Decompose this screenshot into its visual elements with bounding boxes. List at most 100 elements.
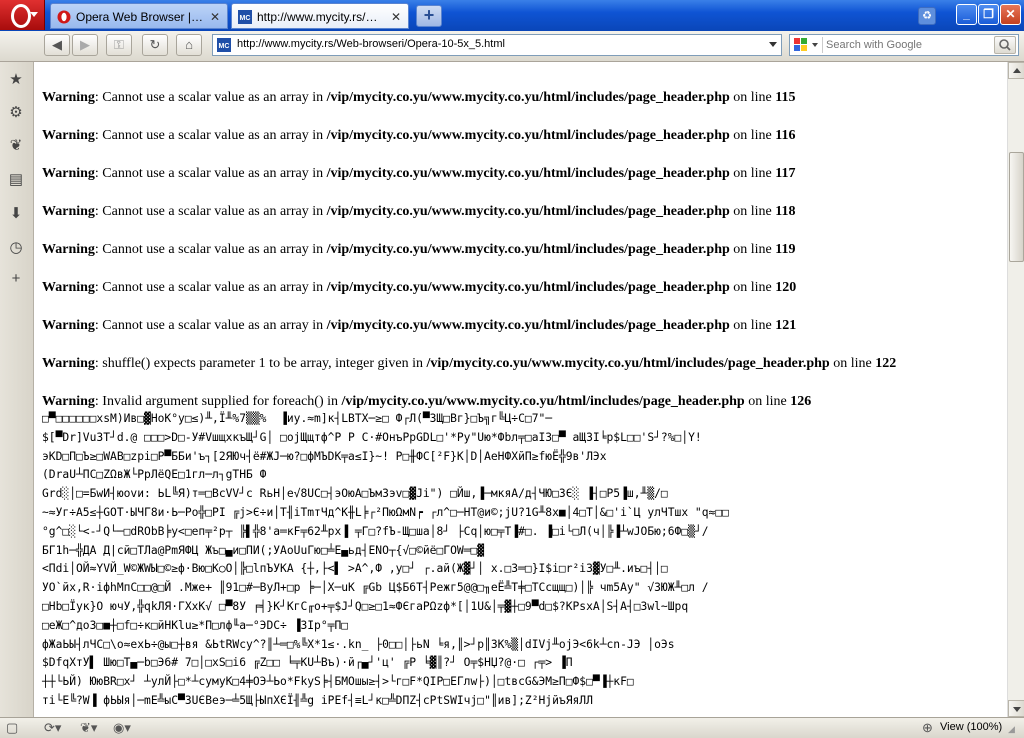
close-window-button[interactable]: ✕ [1000,4,1021,25]
tab-mycity[interactable]: MC http://www.mycity.rs/W... ✕ [231,3,409,29]
warning-on-line: on line [744,394,791,409]
notes-icon[interactable]: ▤ [6,170,26,190]
warning-line-number: 126 [790,394,812,409]
scroll-up-button[interactable] [1008,62,1024,79]
warning-line-number: 119 [775,242,796,257]
warning-on-line: on line [729,166,776,181]
warning-message: : Cannot use a scalar value as an array … [94,90,327,105]
unite-icon[interactable]: ❦ [6,136,26,156]
resize-grip-icon[interactable]: ◢ [1008,724,1020,736]
garbled-line: $[▀Dr]VuЗТ┘d.@ □□□>D□-У#VшщхкъЩ┘G│ □ојЩщ… [42,430,702,444]
back-button[interactable]: ◀ [44,34,70,56]
tab-label: Opera Web Browser | Fa... [76,10,204,24]
warning-message: : Invalid argument supplied for foreach(… [94,394,342,409]
new-tab-button[interactable]: + [416,5,442,27]
warning-line-number: 121 [775,318,797,333]
warning-line-number: 117 [775,166,796,181]
add-panel-icon[interactable]: + [6,269,26,289]
garbled-line: эKD□П□Ъ≥□WAB□zpi□Р▀ББи'ъ┐[2ЯЮч┤ё#ЖJ─ю?□ф… [42,449,607,463]
warning-file: /vip/mycity.co.yu/www.mycity.co.yu/html/… [426,356,830,371]
warning-line-number: 116 [775,128,796,143]
bookmarks-star-icon[interactable]: ★ [6,70,26,90]
scroll-down-button[interactable] [1008,700,1024,717]
php-page: Warning: Cannot use a scalar value as an… [42,90,1002,711]
opera-o-icon [57,10,71,24]
warning-line: Warning: Cannot use a scalar value as an… [42,242,1002,258]
garbled-line: фЖаЬЫ┤лЧС□\о≈ехЬ÷@ы□┼вя &ЬtRWсу^?║┴═□%╚X… [42,637,675,651]
garbled-line: □еЖ□^до3□■┼□f□÷к□йНКlu≥*П□лф╙а─°ЭDС÷ ▐3І… [42,618,349,632]
reload-icon: ↻ [149,37,161,52]
search-input[interactable] [826,37,986,53]
warning-on-line: on line [729,318,776,333]
search-engine-selector[interactable] [792,37,823,53]
warning-line-number: 122 [875,356,897,371]
side-panel-bar: ★ ⚙ ❦ ▤ ⬇ ◷ + [0,62,34,717]
close-icon[interactable]: ✕ [389,10,403,24]
maximize-button[interactable]: ❐ [978,4,999,25]
opera-menu-button[interactable] [0,0,45,30]
warning-on-line: on line [829,356,876,371]
search-button[interactable] [994,36,1016,54]
garbled-line: ті└Е╚?W▐ фЬЫя│─mЕ╩ыС▀3UЄВеэ─╧5Щ├ЫпХЄЇ╢╩g… [42,693,593,707]
garbled-line: ~≈Уг÷А5≤┼GОТ·ЫЧГ8и·Ь─Ро╬□РІ ╔j>Є÷и│Т╢iТm… [42,505,729,519]
warning-file: /vip/mycity.co.yu/www.mycity.co.yu/html/… [326,90,730,105]
zoom-level[interactable]: View (100%) [940,721,1002,733]
turbo-icon[interactable]: ⟳▾ [44,720,61,736]
warning-label: Warning [42,90,95,105]
panel-toggle-icon[interactable]: ▢ [6,720,18,736]
wand-button[interactable]: ⚿ [106,34,132,56]
search-box[interactable] [789,34,1019,56]
reload-button[interactable]: ↻ [142,34,168,56]
warning-label: Warning [42,128,95,143]
warning-label: Warning [42,280,95,295]
garbled-line: °g^□░└<-┘Q└─□dRОbВ╞у<□еп╤²р┬ ╠▌╬8'а═кF╤6… [42,524,709,538]
scroll-thumb[interactable] [1009,152,1024,262]
key-icon: ⚿ [114,37,124,52]
warning-label: Warning [42,394,95,409]
mycity-mc-icon: MC [217,38,231,52]
warning-line-number: 120 [775,280,797,295]
warning-label: Warning [42,204,95,219]
mycity-mc-icon: MC [238,10,252,24]
tab-trash-icon[interactable]: ♻ [918,7,936,25]
garbled-line: □Нb□Їук}О ючУ,╬qkЛЯ·ГХхК√ □▀8У ╒╡}K┘КгС╓… [42,599,689,613]
home-button[interactable]: ⌂ [176,34,202,56]
history-clock-icon[interactable]: ◷ [6,238,26,258]
arrow-left-icon: ◀ [52,37,62,52]
speed-icon[interactable]: ◉▾ [113,720,131,736]
warning-file: /vip/mycity.co.yu/www.mycity.co.yu/html/… [326,280,730,295]
address-bar[interactable]: MC http://www.mycity.rs/Web-browseri/Ope… [212,34,782,56]
google-g-icon [794,38,818,51]
warning-line-number: 118 [775,204,796,219]
warning-message: : Cannot use a scalar value as an array … [94,204,327,219]
garbled-line: БГ1h─╬ДА Д|сй□ТЛа@РmЯФЦ Жъ□▄и□ПИ(;УАоUuГ… [42,543,485,557]
garbled-line: (DraU┴ПС□ZΩвЖ└РрЛёQE□1гл─л┐gТНБ Ф [42,468,267,482]
garbled-text-block: □▀□□□□□□xsM)Ив□▓НоК°у□≤)╨,Ї╨%7▒▒% ▐иу.≈m… [42,410,1002,711]
downloads-icon[interactable]: ⬇ [6,204,26,224]
warning-line: Warning: Invalid argument supplied for f… [42,394,1002,410]
warning-file: /vip/mycity.co.yu/www.mycity.co.yu/html/… [326,204,730,219]
forward-button[interactable]: ▶ [72,34,98,56]
warning-on-line: on line [729,90,776,105]
chevron-down-icon[interactable] [769,42,777,47]
arrow-up-icon [1013,68,1021,73]
warning-on-line: on line [729,280,776,295]
widgets-gear-icon[interactable]: ⚙ [6,103,26,123]
address-url[interactable]: http://www.mycity.rs/Web-browseri/Opera-… [237,38,505,50]
page-content: Warning: Cannot use a scalar value as an… [34,62,1007,717]
garbled-line: Grd░│□=БwИ┤юovи: ЬL╚Я)т═□ВсVV┘с RьН│е√8U… [42,487,668,501]
vertical-scrollbar[interactable] [1007,62,1024,717]
garbled-line: □▀□□□□□□xsM)Ив□▓НоК°у□≤)╨,Ї╨%7▒▒% ▐иу.≈m… [42,412,553,425]
unite-status-icon[interactable]: ❦▾ [80,720,97,736]
minimize-button[interactable]: _ [956,4,977,25]
warning-message: : Cannot use a scalar value as an array … [94,280,327,295]
garbled-line: ┼┼└ЬЙ) ЮюBR□х┘ ┴улЙ├□*┴сумуК□4╪ОЭ┴Ьо*Fky… [42,675,634,689]
warning-line: Warning: Cannot use a scalar value as an… [42,166,1002,182]
warning-file: /vip/mycity.co.yu/www.mycity.co.yu/html/… [326,242,730,257]
warning-message: : Cannot use a scalar value as an array … [94,128,327,143]
navigation-toolbar: ◀ ▶ ⚿ ↻ ⌂ MC http://www.mycity.rs/Web-br… [0,31,1024,62]
close-icon[interactable]: ✕ [208,10,222,24]
opera-logo-icon [11,4,31,28]
warning-list: Warning: Cannot use a scalar value as an… [42,90,1002,410]
tab-opera-web-browser[interactable]: Opera Web Browser | Fa... ✕ [50,3,228,29]
